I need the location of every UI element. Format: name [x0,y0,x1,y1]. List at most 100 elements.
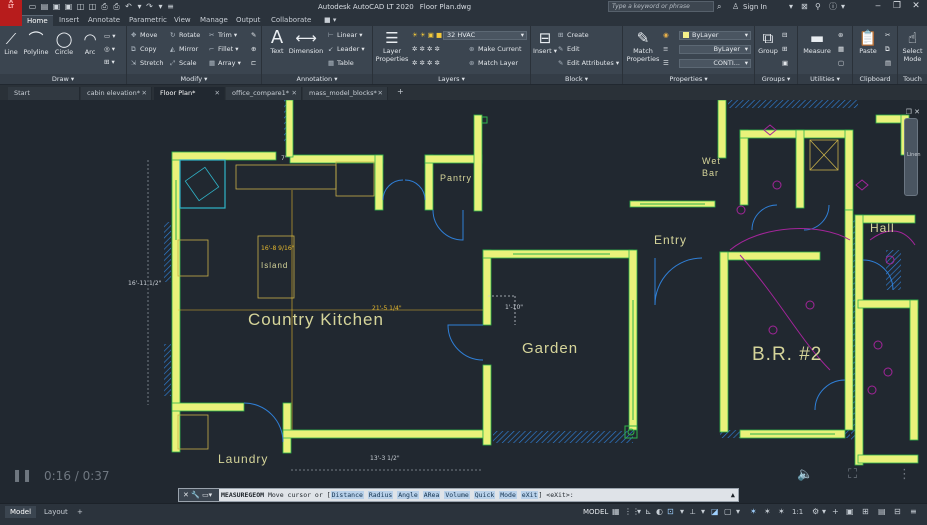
doc-tab-mass-model-blocks[interactable]: mass_model_blocks* ✕ [303,87,388,100]
recent-commands-icon[interactable]: ▭▾ [202,491,212,499]
command-line[interactable]: ✕ 🔧 ▭▾ MEASUREGEOM Move cursor or [Dista… [178,488,739,502]
osnap-icon[interactable]: ⊡ [667,507,674,517]
otrack-dropdown-icon[interactable]: ▾ [701,507,705,517]
drawing-canvas[interactable]: Country Kitchen Garden B.R. #2 Laundry P… [0,100,927,503]
annotation-monitor-icon[interactable]: + [832,507,839,517]
scale-button[interactable]: ⤢ Scale [170,59,197,68]
circle-button[interactable]: ◯ Circle [52,30,76,56]
print-icon[interactable]: ⎙ [112,2,121,11]
fillet-button[interactable]: ⌐ Fillet ▾ [209,45,239,54]
tab-layout[interactable]: Layout [39,506,73,518]
stretch-button[interactable]: ⇲ Stretch [131,59,163,68]
hardware-acceleration-icon[interactable]: ⊞ [862,507,869,517]
otrack-icon[interactable]: ⟂ [690,507,695,517]
new-tab-icon[interactable]: + [397,87,404,96]
select-mode-button[interactable]: ☝ Select Mode [899,29,926,63]
linetype-dropdown[interactable]: CONTI... ▾ [679,59,751,68]
search-icon[interactable]: ⌕ [717,2,721,11]
option-quick[interactable]: Quick [473,491,496,499]
utilities-panel-title[interactable]: Utilities ▾ [798,74,852,84]
tab-parametric[interactable]: Parametric [124,15,172,26]
ungroup-icon[interactable]: ⊟ [782,31,787,40]
copy-clip-icon[interactable]: ⧉ [885,45,890,54]
add-layout-icon[interactable]: + [72,506,88,518]
auto-scale-icon[interactable]: ✶ [764,507,771,517]
option-distance[interactable]: Distance [330,491,364,499]
option-mode[interactable]: Mode [499,491,517,499]
layer-tools-row-1[interactable]: ✲ ✲ ✲ ✲ [412,45,440,54]
lineweight-toggle-icon[interactable]: ◪ [711,507,719,517]
tab-collaborate[interactable]: Collaborate [266,15,316,26]
tab-output[interactable]: Output [231,15,265,26]
close-tab-icon[interactable]: ✕ [378,87,383,99]
layers-panel-title[interactable]: Layers ▾ [373,74,530,84]
new-icon[interactable]: ▭ [28,2,37,11]
customize-icon[interactable]: 🔧 [191,491,200,499]
line-button[interactable]: ⟋ Line [1,30,21,56]
arc-button[interactable]: ◠ Arc [79,30,101,56]
paste-button[interactable]: 📋 Paste [855,29,881,55]
navigation-bar[interactable]: ❐ ✕ Linen [892,104,922,200]
help-dropdown-icon[interactable]: ▾ [841,2,845,11]
tab-home[interactable]: Home [22,15,53,26]
quick-select-icon[interactable]: ⊛ [838,31,843,40]
color-dropdown[interactable]: ByLayer ▾ [679,31,751,40]
rectangle-button[interactable]: ▭ ▾ [104,32,115,41]
menu-icon[interactable]: ≡ [910,507,917,517]
doc-tab-office-compare[interactable]: office_compare1* ✕ [226,87,302,100]
option-radius[interactable]: Radius [367,491,394,499]
undo-icon[interactable]: ↶ [124,2,133,11]
dimension-button[interactable]: ⟷ Dimension [288,29,324,55]
table-button[interactable]: ▦ Table [328,59,354,68]
offset-icon[interactable]: ⊏ [251,59,256,68]
redo-dropdown-icon[interactable]: ▾ [156,2,165,11]
array-button[interactable]: ▦ Array ▾ [209,59,241,68]
close-command-icon[interactable]: ✕ [183,491,189,499]
osnap-dropdown-icon[interactable]: ▾ [680,507,684,517]
mirror-button[interactable]: ◭ Mirror [170,45,198,54]
connect-icon[interactable]: ⚲ [815,2,821,11]
tab-model[interactable]: Model [5,506,37,518]
tab-annotate[interactable]: Annotate [83,15,125,26]
copy-base-icon[interactable]: ▤ [885,59,891,68]
layer-state-icons[interactable]: ☀ ☀ ▣ ■ [412,31,442,40]
fullscreen-icon[interactable]: ⛶ [848,467,857,482]
isolate-objects-icon[interactable]: ▣ [846,507,854,517]
trim-button[interactable]: ✂ Trim ▾ [209,31,237,40]
touch-panel-title[interactable]: Touch [898,74,927,84]
doc-tab-cabin-elevation[interactable]: cabin elevation* ✕ [81,87,152,100]
layer-properties-button[interactable]: ☰ Layer Properties [375,29,409,63]
rotate-button[interactable]: ↻ Rotate [170,31,200,40]
redo-icon[interactable]: ↷ [145,2,154,11]
ribbon-options-icon[interactable]: ■ ▾ [319,15,341,26]
save-icon[interactable]: ▣ [52,2,61,11]
doc-tab-floor-plan[interactable]: Floor Plan* ✕ [154,87,225,100]
sign-in-dropdown-icon[interactable]: ▾ [789,2,793,11]
edit-attributes-button[interactable]: ✎ Edit Attributes ▾ [558,59,619,68]
clean-screen-icon[interactable]: ▤ [878,507,886,517]
close-tab-icon[interactable]: ✕ [215,87,220,99]
layer-tools-row-2[interactable]: ✲ ✲ ✲ ✲ [412,59,440,68]
create-block-button[interactable]: ⊞ Create [558,31,589,40]
close-tab-icon[interactable]: ✕ [292,87,297,99]
erase-icon[interactable]: ✎ [251,31,256,40]
make-current-button[interactable]: ⊛ Make Current [469,45,522,54]
more-options-icon[interactable]: ⋮ [898,467,911,482]
restore-button[interactable]: ❐ [888,1,906,13]
copy-button[interactable]: ⧉ Copy [131,45,157,54]
option-volume[interactable]: Volume [444,491,470,499]
layer-dropdown[interactable]: 32 HVAC ▾ [443,31,527,40]
undo-dropdown-icon[interactable]: ▾ [135,2,144,11]
properties-panel-title[interactable]: Properties ▾ [623,74,754,84]
color-icon[interactable]: ◉ [663,31,669,40]
save-as-icon[interactable]: ▣ [64,2,73,11]
match-layer-button[interactable]: ⊛ Match Layer [469,59,518,68]
help-icon[interactable]: ⓘ [829,2,837,11]
annotation-scale-value[interactable]: 1:1 [792,507,803,517]
autocad-logo[interactable]: A LT [0,0,22,26]
draw-panel-title[interactable]: Draw ▾ [0,74,126,84]
open-icon[interactable]: ▤ [40,2,49,11]
user-icon[interactable]: ♙ [732,2,739,11]
text-button[interactable]: A Text [265,29,289,56]
snap-dropdown-icon[interactable]: ▾ [637,507,641,517]
